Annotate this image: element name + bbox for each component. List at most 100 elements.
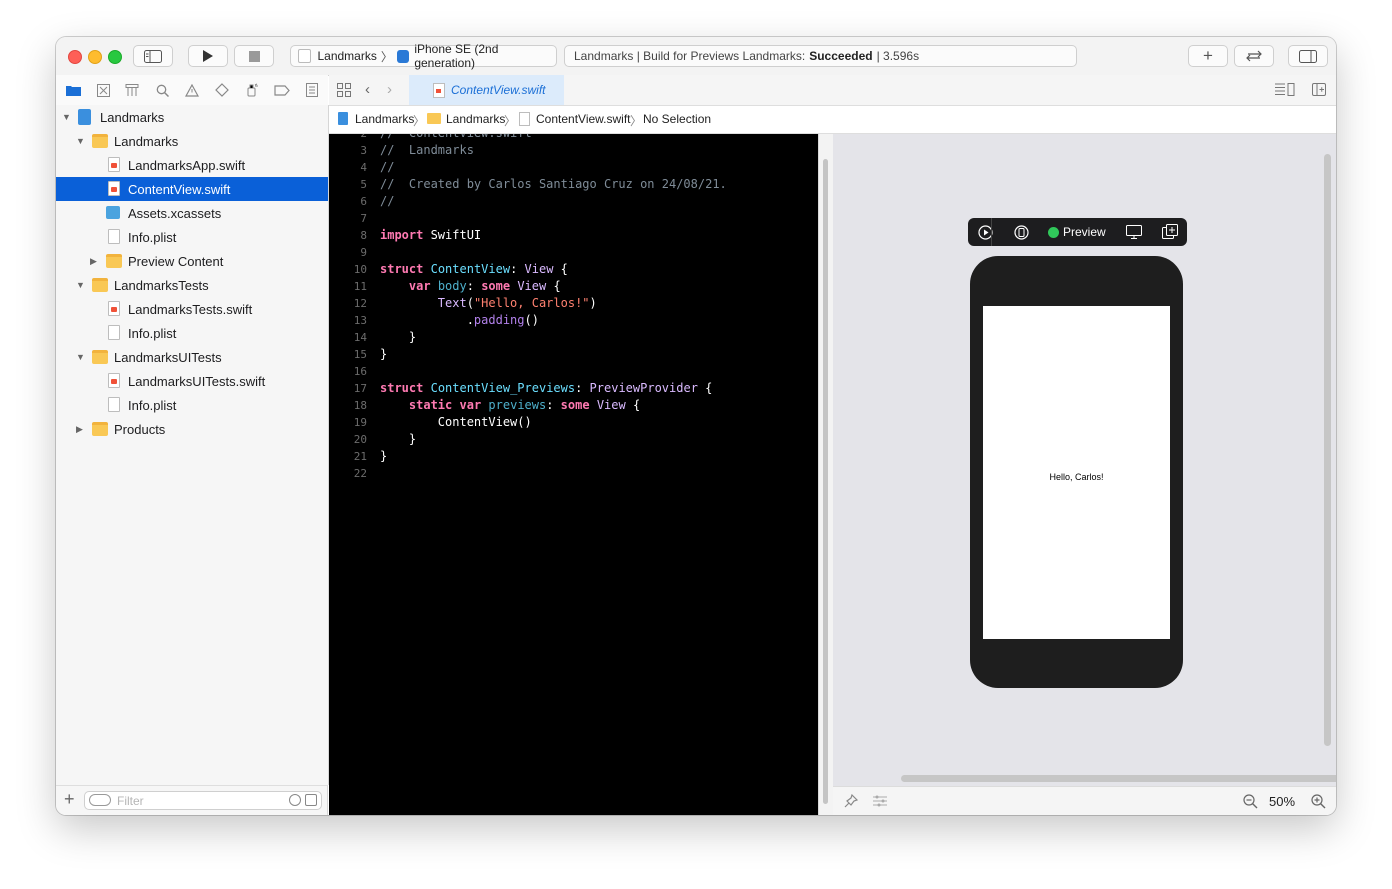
code-review-button[interactable] — [1234, 45, 1274, 67]
navigator-item[interactable]: LandmarksUITests.swift — [56, 369, 328, 393]
navigator-item[interactable]: LandmarksApp.swift — [56, 153, 328, 177]
canvas-bottom-bar: 50% — [833, 786, 1336, 815]
back-button[interactable]: ‹ — [365, 81, 370, 98]
activity-status: Succeeded — [809, 49, 873, 63]
code-line: 2 // ContentView.swift — [329, 134, 818, 142]
spray-can-icon — [247, 83, 258, 97]
zoom-level[interactable]: 50% — [1269, 794, 1295, 809]
app-target-icon — [298, 49, 312, 63]
device-screen[interactable]: Hello, Carlos! — [983, 306, 1170, 639]
project-navigator-tab[interactable] — [65, 82, 81, 98]
navigator-item-label: ContentView.swift — [128, 181, 231, 197]
toggle-inspector-button[interactable] — [1288, 45, 1328, 67]
issue-navigator-tab[interactable] — [184, 82, 200, 98]
navigator-item[interactable]: ▼ Landmarks — [56, 105, 328, 129]
code-text: // Created by Carlos Santiago Cruz on 24… — [380, 177, 727, 191]
code-line: 21} — [329, 448, 818, 465]
disclosure-expanded-icon[interactable]: ▼ — [76, 136, 86, 146]
swift-file-icon — [433, 82, 445, 98]
horizontal-scrollbar-thumb[interactable] — [901, 775, 1336, 782]
jumpbar-item-group[interactable]: Landmarks — [446, 112, 505, 126]
navigator-item[interactable]: ContentView.swift — [56, 177, 328, 201]
swift-file-icon — [108, 157, 120, 172]
inspect-preview-icon[interactable] — [1126, 225, 1142, 239]
preview-status-icon — [1048, 227, 1059, 238]
navigator-item-label: Assets.xcassets — [128, 205, 222, 221]
line-number: 11 — [353, 280, 367, 293]
editor-options-button[interactable] — [1275, 83, 1295, 99]
jumpbar-item-selection[interactable]: No Selection — [643, 112, 711, 126]
scm-filter-icon[interactable] — [305, 794, 317, 806]
navigator-item[interactable]: ▼ LandmarksTests — [56, 273, 328, 297]
chevron-right-icon: 〉 — [413, 114, 426, 128]
code-line: 8 import SwiftUI — [329, 227, 818, 244]
editor-scrollbar[interactable] — [818, 134, 834, 815]
zoom-in-icon[interactable] — [1311, 794, 1326, 809]
source-control-navigator-tab[interactable] — [95, 82, 111, 98]
code-text: // Landmarks — [380, 143, 474, 157]
pin-icon[interactable] — [844, 794, 858, 808]
line-number: 6 — [360, 195, 367, 208]
disclosure-expanded-icon[interactable]: ▼ — [62, 112, 72, 122]
report-navigator-tab[interactable] — [304, 82, 320, 98]
test-navigator-tab[interactable] — [214, 82, 230, 98]
swift-file-icon — [519, 112, 530, 126]
add-editor-button[interactable] — [1312, 83, 1326, 99]
symbol-navigator-tab[interactable] — [124, 82, 140, 98]
sidebar-icon — [144, 49, 162, 63]
find-navigator-tab[interactable] — [154, 82, 170, 98]
clock-icon[interactable] — [289, 794, 301, 806]
toggle-navigator-button[interactable] — [133, 45, 173, 67]
vertical-scrollbar-thumb[interactable] — [1324, 154, 1331, 746]
navigator-item[interactable]: Info.plist — [56, 225, 328, 249]
related-items-button[interactable] — [337, 83, 351, 100]
forward-button[interactable]: › — [387, 81, 392, 98]
library-button[interactable]: + — [1188, 45, 1228, 67]
device-preview-icon[interactable] — [1014, 225, 1029, 240]
code-line: 11 var body: some View { — [329, 278, 818, 295]
code-line: 14 } — [329, 329, 818, 346]
scheme-selector[interactable]: Landmarks 〉 iPhone SE (2nd generation) — [290, 42, 557, 70]
navigator-item[interactable]: ▼ LandmarksUITests — [56, 345, 328, 369]
close-window-button[interactable] — [68, 50, 82, 64]
run-button[interactable] — [188, 45, 228, 67]
filter-input[interactable]: Filter — [84, 791, 322, 810]
breakpoint-navigator-tab[interactable] — [274, 82, 290, 98]
code-line: 16 — [329, 363, 818, 380]
navigator-item[interactable]: ▼ Landmarks — [56, 129, 328, 153]
navigator-item[interactable]: ▶ Preview Content — [56, 249, 328, 273]
stop-icon — [248, 50, 260, 62]
disclosure-expanded-icon[interactable]: ▼ — [76, 280, 86, 290]
add-file-button[interactable]: + — [64, 789, 75, 810]
jumpbar-item-project[interactable]: Landmarks — [355, 112, 414, 126]
swift-file-icon — [108, 181, 120, 196]
disclosure-collapsed-icon[interactable]: ▶ — [90, 256, 100, 267]
tab-contentview-swift[interactable]: ContentView.swift — [409, 75, 564, 105]
stop-button[interactable] — [234, 45, 274, 67]
navigator-item[interactable]: Info.plist — [56, 321, 328, 345]
folder-icon — [65, 86, 81, 96]
warning-icon — [185, 83, 199, 97]
debug-navigator-tab[interactable] — [244, 82, 260, 98]
project-navigator: ▼ Landmarks ▼ Landmarks LandmarksApp.swift Co… — [56, 105, 329, 785]
code-line: 15} — [329, 346, 818, 363]
disclosure-collapsed-icon[interactable]: ▶ — [76, 424, 86, 435]
jumpbar-item-file[interactable]: ContentView.swift — [536, 112, 631, 126]
navigator-item[interactable]: Info.plist — [56, 393, 328, 417]
code-text: } — [380, 330, 417, 344]
zoom-window-button[interactable] — [108, 50, 122, 64]
code-text: static var previews: some View { — [408, 398, 641, 412]
navigator-item[interactable]: Assets.xcassets — [56, 201, 328, 225]
navigator-item[interactable]: ▶ Products — [56, 417, 328, 441]
navigator-item[interactable]: LandmarksTests.swift — [56, 297, 328, 321]
source-editor[interactable]: 2 // ContentView.swift 3 // Landmarks 4 // 5 //… — [329, 134, 818, 815]
scrollbar-thumb[interactable] — [823, 159, 828, 804]
code-line: 6 // — [329, 193, 818, 210]
sliders-icon[interactable] — [873, 795, 887, 807]
disclosure-expanded-icon[interactable]: ▼ — [76, 352, 86, 362]
minimize-window-button[interactable] — [88, 50, 102, 64]
duplicate-preview-icon[interactable] — [1162, 224, 1178, 240]
code-line: 10 struct ContentView: View { — [329, 261, 818, 278]
zoom-out-icon[interactable] — [1243, 794, 1258, 809]
navigator-item-label: LandmarksUITests — [114, 349, 222, 365]
